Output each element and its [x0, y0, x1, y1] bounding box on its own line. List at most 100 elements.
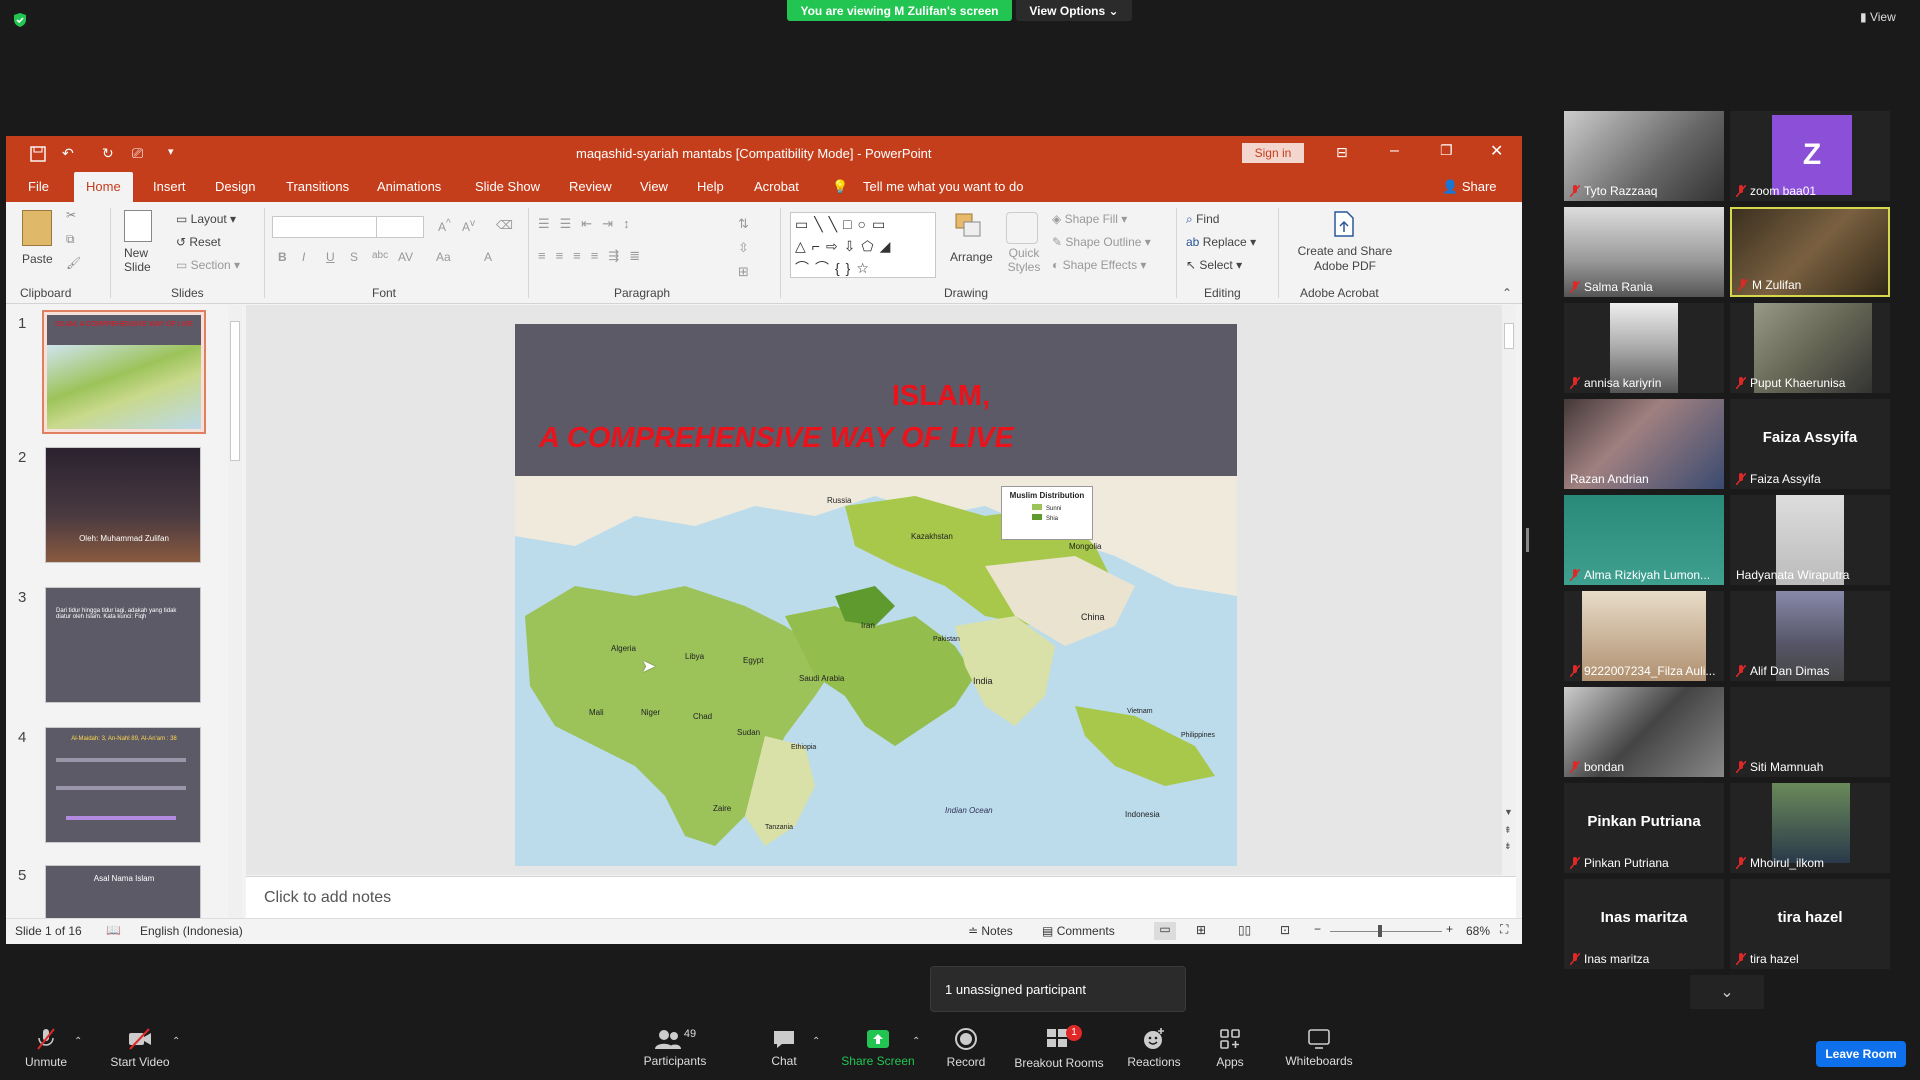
participant-tile[interactable]: Puput Khaerunisa — [1730, 303, 1890, 393]
chat-options-caret[interactable]: ⌃ — [812, 1036, 820, 1047]
strikethrough-icon[interactable]: abc — [372, 250, 388, 261]
participants-button[interactable]: 49 Participants — [640, 1016, 710, 1080]
quick-styles-label[interactable]: Quick Styles — [1006, 246, 1042, 274]
slideshow-icon[interactable]: ⊡ — [1280, 923, 1290, 937]
shapes-gallery[interactable]: ▭╲╲□○▭ △⌐⇨⇩⬠◢ ⌒⌒{}☆ — [790, 212, 936, 278]
font-size-select[interactable] — [376, 216, 424, 238]
collapse-ribbon-icon[interactable]: ⌃ — [1502, 286, 1512, 300]
thumb-3[interactable]: Dari tidur hingga tidur lagi, adakah yan… — [45, 587, 201, 703]
undo-icon[interactable]: ↶ — [62, 145, 74, 162]
new-slide-label[interactable]: New Slide — [124, 246, 164, 274]
participant-tile[interactable]: Pinkan Putriana Pinkan Putriana — [1564, 783, 1724, 873]
participant-tile-active-speaker[interactable]: M Zulifan — [1730, 207, 1890, 297]
thumb-2[interactable]: Oleh: Muhammad Zulifan — [45, 447, 201, 563]
thumb-4[interactable]: Al-Maidah: 3, An-Nahl 89, Al-An'am : 38 — [45, 727, 201, 843]
shield-icon[interactable] — [12, 12, 28, 28]
zoom-slider[interactable] — [1330, 925, 1442, 937]
tab-file[interactable]: File — [28, 172, 49, 202]
participant-tile[interactable]: annisa kariyrin — [1564, 303, 1724, 393]
next-slide-icon[interactable]: ⇟ — [1504, 841, 1512, 852]
unmute-button[interactable]: Unmute — [18, 1016, 74, 1080]
thumb-5[interactable]: Asal Nama Islam — [45, 865, 201, 919]
zoom-out-icon[interactable]: − — [1314, 922, 1321, 936]
tell-me-input[interactable]: Tell me what you want to do — [863, 172, 1023, 202]
change-case-icon[interactable]: Aa — [436, 250, 451, 264]
ribbon-display-icon[interactable]: ⊟ — [1336, 144, 1348, 161]
participant-tile[interactable]: Razan Andrian — [1564, 399, 1724, 489]
reading-view-icon[interactable]: ▯▯ — [1238, 923, 1251, 937]
participant-tile[interactable]: Faiza Assyifa Faiza Assyifa — [1730, 399, 1890, 489]
paste-icon[interactable] — [22, 210, 52, 246]
thumb-1-selected[interactable]: ISLAM, A COMPREHENSIVE WAY OF LIVE — [42, 310, 206, 434]
font-family-select[interactable] — [272, 216, 382, 238]
participant-tile[interactable]: bondan — [1564, 687, 1724, 777]
replace-button[interactable]: ab Replace ▾ — [1186, 235, 1256, 249]
tab-review[interactable]: Review — [569, 172, 612, 202]
participant-tile[interactable]: tira hazel tira hazel — [1730, 879, 1890, 969]
zoom-level[interactable]: 68% — [1466, 924, 1490, 938]
create-share-pdf-label[interactable]: Create and Share Adobe PDF — [1290, 244, 1400, 274]
redo-icon[interactable]: ↻ — [102, 145, 114, 162]
decrease-font-icon[interactable]: Av — [462, 218, 475, 234]
close-icon[interactable]: ✕ — [1490, 141, 1503, 161]
save-icon[interactable] — [30, 146, 46, 165]
select-button[interactable]: ↖ Select ▾ — [1186, 258, 1242, 272]
list-icons[interactable]: ☰☰⇤⇥↕ — [538, 216, 640, 232]
editor-scrollbar[interactable]: ▼ ⇞ ⇟ — [1502, 305, 1516, 875]
paste-label[interactable]: Paste — [22, 252, 53, 266]
restore-icon[interactable]: ❐ — [1440, 142, 1453, 159]
reset-button[interactable]: ↺ Reset — [176, 235, 221, 249]
tab-insert[interactable]: Insert — [153, 172, 186, 202]
thumbs-scrollbar[interactable] — [228, 305, 242, 919]
share-options-caret[interactable]: ⌃ — [912, 1036, 920, 1047]
italic-icon[interactable]: I — [302, 250, 305, 264]
format-painter-icon[interactable]: 🖌 — [66, 256, 81, 270]
audio-options-caret[interactable]: ⌃ — [74, 1036, 82, 1047]
view-options-button[interactable]: View Options ⌄ — [1016, 0, 1132, 21]
cut-icon[interactable]: ✂ — [66, 208, 76, 222]
prev-slide-icon[interactable]: ⇞ — [1504, 825, 1512, 836]
participant-tile[interactable]: Mhoirul_ilkom — [1730, 783, 1890, 873]
increase-font-icon[interactable]: A^ — [438, 218, 451, 234]
notes-toggle[interactable]: ≐ Notes — [968, 924, 1013, 938]
participant-tile[interactable]: Z zoom baa01 — [1730, 111, 1890, 201]
shape-effects-button[interactable]: ◐ Shape Effects ▾ — [1052, 258, 1146, 272]
shape-outline-button[interactable]: ✎ Shape Outline ▾ — [1052, 235, 1151, 249]
copy-icon[interactable]: ⧉ — [66, 232, 75, 247]
whiteboards-button[interactable]: Whiteboards — [1280, 1016, 1358, 1080]
clear-format-icon[interactable]: ⌫ — [496, 218, 513, 232]
sign-in-button[interactable]: Sign in — [1242, 143, 1304, 163]
participant-tile[interactable]: Siti Mamnuah — [1730, 687, 1890, 777]
align-text-icon[interactable]: ⇳ — [738, 240, 749, 256]
underline-icon[interactable]: U — [326, 250, 335, 264]
panel-resize-handle[interactable] — [1526, 528, 1529, 552]
video-options-caret[interactable]: ⌃ — [172, 1036, 180, 1047]
participant-tile[interactable]: Inas maritza Inas maritza — [1564, 879, 1724, 969]
adobe-pdf-icon[interactable] — [1332, 210, 1356, 241]
normal-view-icon[interactable]: ▭ — [1154, 922, 1176, 940]
apps-button[interactable]: Apps — [1212, 1016, 1248, 1080]
font-color-icon[interactable]: A — [484, 250, 492, 264]
align-icons[interactable]: ≡≡≡≡⇶≣ — [538, 248, 650, 264]
slide-sorter-icon[interactable]: ⊞ — [1196, 923, 1206, 937]
tab-help[interactable]: Help — [697, 172, 724, 202]
tab-home[interactable]: Home — [74, 172, 133, 202]
char-spacing-icon[interactable]: AV — [398, 250, 413, 264]
tab-view[interactable]: View — [640, 172, 668, 202]
customize-qat-icon[interactable]: ▾ — [168, 145, 174, 158]
tab-acrobat[interactable]: Acrobat — [754, 172, 799, 202]
gallery-next-page-button[interactable]: ⌄ — [1690, 975, 1764, 1009]
leave-room-button[interactable]: Leave Room — [1816, 1041, 1906, 1067]
arrange-icon[interactable] — [954, 212, 984, 246]
section-button[interactable]: ▭ Section ▾ — [176, 258, 240, 272]
quick-styles-icon[interactable] — [1006, 212, 1038, 244]
scroll-down-icon[interactable]: ▼ — [1504, 807, 1513, 817]
share-button[interactable]: 👤 Share — [1442, 172, 1497, 202]
zoom-slider-thumb[interactable] — [1378, 925, 1382, 937]
participant-tile[interactable]: Salma Rania — [1564, 207, 1724, 297]
shadow-icon[interactable]: S — [350, 250, 358, 264]
current-slide[interactable]: ISLAM, A COMPREHENSIVE WAY OF LIVE Musli… — [515, 324, 1237, 866]
text-direction-icon[interactable]: ⇅ — [738, 216, 749, 232]
participant-tile[interactable]: Alif Dan Dimas — [1730, 591, 1890, 681]
record-button[interactable]: Record — [944, 1016, 988, 1080]
